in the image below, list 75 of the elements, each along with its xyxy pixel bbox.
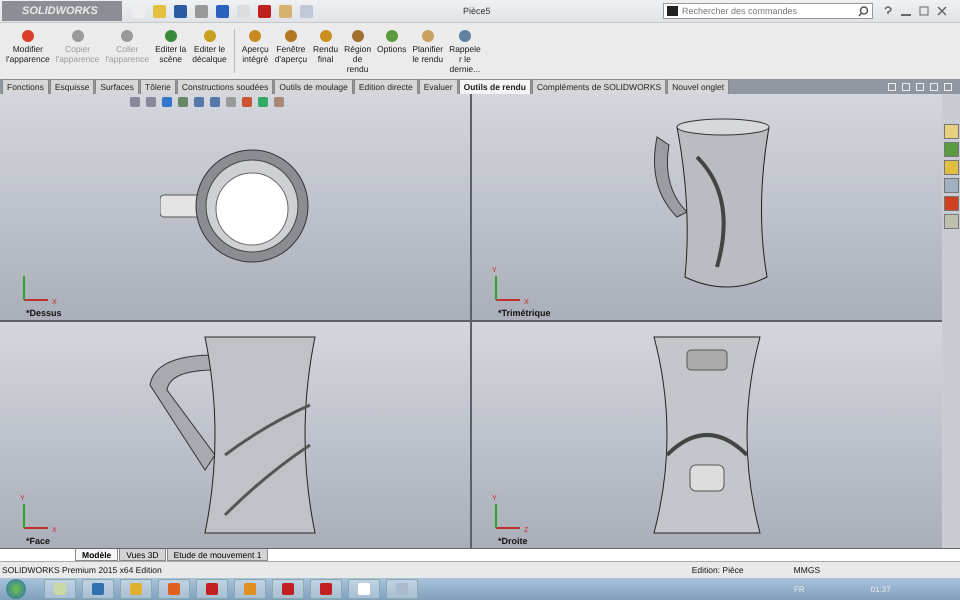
ribbon-button[interactable]: Rendu final [311,29,340,64]
task-pane-icon[interactable] [944,178,958,193]
ribbon-tab[interactable]: Esquisse [50,79,94,94]
view-name: *Droite [498,536,528,546]
view-name: *Dessus [26,308,62,318]
app-icon [358,583,370,595]
toolbar-icon[interactable] [258,4,271,18]
model-tab[interactable]: Etude de mouvement 1 [166,549,268,561]
ribbon-tab[interactable]: Evaluer [418,79,458,94]
taskbar-app-button[interactable] [234,579,266,599]
app-logo: SOLIDWORKS [2,1,122,21]
app-icon [54,583,66,595]
terminal-icon [667,6,678,16]
status-text: SOLIDWORKS Premium 2015 x64 Edition [2,565,162,575]
app-icon [320,583,332,595]
axis-triad-icon [20,502,50,532]
toolbar-icon[interactable] [174,4,187,18]
ribbon-tab[interactable]: Nouvel onglet [667,79,730,94]
ribbon-button[interactable]: Editer la scène [153,29,188,64]
app-icon [244,583,256,595]
ribbon-button[interactable]: Région de rendu [342,29,374,74]
app-icon [206,583,218,595]
ribbon-button[interactable]: Planifier le rendu [410,29,446,64]
ribbon-tab[interactable]: Outils de rendu [458,79,531,94]
taskbar-app-button[interactable] [310,579,342,599]
ribbon-tab[interactable]: Tôlerie [140,79,176,94]
search-icon[interactable] [858,6,869,16]
app-icon [282,583,294,595]
ribbon-button[interactable]: Modifier l'apparence [4,29,52,64]
axis-triad-icon [492,274,522,304]
close-icon[interactable] [937,6,947,16]
units-selector[interactable]: MMGS [794,565,820,575]
axis-triad-icon [492,502,522,532]
app-icon [92,583,104,595]
taskbar-app-button[interactable] [348,579,380,599]
task-pane-icon[interactable] [944,214,958,229]
ribbon-tab[interactable]: Edition directe [354,79,418,94]
task-pane-icon[interactable] [944,196,958,211]
ribbon-tab[interactable]: Compléments de SOLIDWORKS [532,79,666,94]
taskbar-app-button[interactable] [82,579,114,599]
toolbar-icon[interactable] [216,4,229,18]
ribbon-tab[interactable]: Fonctions [2,79,49,94]
ribbon-tab[interactable]: Surfaces [95,79,139,94]
taskbar-app-button[interactable] [158,579,190,599]
search-input[interactable]: Rechercher des commandes [682,6,854,16]
task-pane-icon[interactable] [944,160,958,175]
view-name: *Trimétrique [498,308,551,318]
start-button[interactable] [6,579,26,599]
ribbon-button[interactable]: Fenêtre d'aperçu [272,29,310,64]
help-icon[interactable] [883,6,893,16]
window-title: Pièce5 [463,6,492,16]
taskbar-app-button[interactable] [120,579,152,599]
ribbon-button[interactable]: Options [375,29,408,54]
ribbon-tab[interactable]: Constructions soudées [176,79,274,94]
taskbar-app-button[interactable] [196,579,228,599]
search-field[interactable]: Rechercher des commandes [663,3,873,19]
taskbar-app-button[interactable] [44,579,76,599]
task-pane-icon[interactable] [944,142,958,157]
restore-icon[interactable] [919,6,929,16]
app-icon [168,583,180,595]
model-tab[interactable]: Modèle [75,549,118,561]
task-pane-icon[interactable] [944,124,958,139]
ribbon-tab[interactable]: Outils de moulage [274,79,353,94]
status-text: Edition: Pièce [692,565,744,575]
model-tab[interactable]: Vues 3D [119,549,166,561]
ribbon-button[interactable]: Editer le décalque [190,29,229,64]
taskbar-app-button[interactable] [386,579,418,599]
app-icon [130,583,142,595]
ribbon-button[interactable]: Aperçu intégré [240,29,271,64]
toolbar-icon[interactable] [195,4,208,18]
view-name: *Face [26,536,50,546]
taskbar-app-button[interactable] [272,579,304,599]
axis-triad-icon [20,274,50,304]
clock: 01:37 [870,584,891,594]
ribbon-button[interactable]: Rappele r le dernie... [447,29,483,74]
